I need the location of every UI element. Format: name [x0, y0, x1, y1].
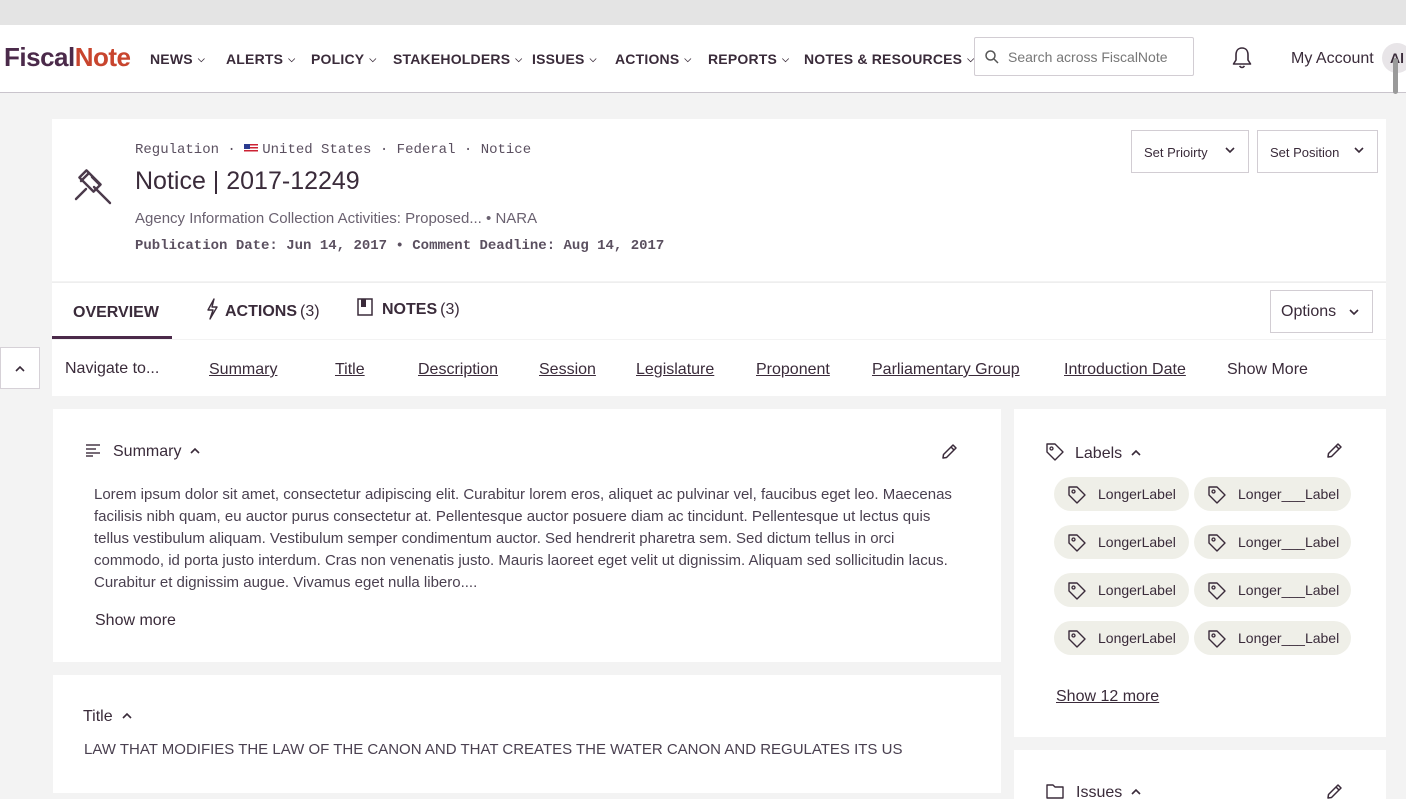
options-button[interactable]: Options: [1270, 290, 1373, 333]
document-header-card: Regulation · United States · Federal · N…: [52, 119, 1386, 281]
chevron-down-icon: ⌵: [589, 54, 597, 64]
tag-icon: [1208, 486, 1226, 504]
chevron-down-icon: ⌵: [288, 54, 296, 64]
tab-actions[interactable]: ACTIONS (3): [205, 298, 320, 321]
edit-summary-pencil-icon[interactable]: [939, 442, 959, 462]
title-card: Title LAW THAT MODIFIES THE LAW OF THE C…: [53, 675, 1001, 793]
set-position-button[interactable]: Set Position: [1257, 130, 1378, 173]
navlink-title[interactable]: Title: [335, 361, 365, 379]
label-chip[interactable]: LongerLabel: [1054, 525, 1189, 559]
us-flag-icon: [244, 144, 259, 153]
label-chip[interactable]: Longer___Label: [1194, 621, 1351, 655]
edit-issues-pencil-icon[interactable]: [1324, 782, 1344, 799]
document-subtitle: Agency Information Collection Activities…: [135, 210, 538, 227]
chevron-down-icon: [1349, 309, 1359, 316]
title-heading[interactable]: Title: [83, 708, 133, 726]
navigate-to-bar: Navigate to... Summary Title Description…: [52, 340, 1386, 396]
active-tab-indicator: [52, 336, 172, 339]
chevron-up-icon: [1131, 788, 1141, 795]
search-icon: [985, 50, 999, 64]
tag-icon: [1068, 630, 1086, 648]
navlink-introduction-date[interactable]: Introduction Date: [1064, 361, 1186, 379]
navlink-proponent[interactable]: Proponent: [756, 361, 830, 379]
tag-icon: [1068, 582, 1086, 600]
navigate-show-more[interactable]: Show More: [1227, 361, 1308, 379]
label-chip[interactable]: LongerLabel: [1054, 477, 1189, 511]
chevron-up-icon: [1131, 449, 1141, 456]
chevron-down-icon: ⌵: [197, 54, 205, 64]
scrollbar-thumb[interactable]: [1393, 58, 1398, 94]
label-chip[interactable]: Longer___Label: [1194, 573, 1351, 607]
tag-icon: [1068, 534, 1086, 552]
summary-card: Summary Lorem ipsum dolor sit amet, cons…: [53, 409, 1001, 662]
labels-show-more[interactable]: Show 12 more: [1056, 688, 1159, 706]
navigate-to-label: Navigate to...: [65, 360, 160, 377]
chevron-up-icon: [15, 365, 25, 372]
tabs-bar: OVERVIEW ACTIONS (3) NOTES (3) Options: [52, 282, 1386, 339]
chevron-down-icon: ⌵: [515, 54, 523, 64]
nav-news[interactable]: NEWS ⌵: [150, 51, 205, 67]
label-chip[interactable]: LongerLabel: [1054, 573, 1189, 607]
nav-reports[interactable]: REPORTS ⌵: [708, 51, 789, 67]
search-input[interactable]: [1008, 47, 1188, 67]
text-lines-icon: [86, 444, 100, 457]
issues-card: Issues: [1014, 750, 1386, 799]
summary-show-more[interactable]: Show more: [95, 612, 176, 630]
chevron-down-icon: ⌵: [369, 54, 377, 64]
browser-top-strip: [0, 0, 1406, 25]
tag-icon: [1208, 582, 1226, 600]
tag-icon: [1208, 534, 1226, 552]
nav-issues[interactable]: ISSUES ⌵: [532, 51, 597, 67]
tag-icon: [1208, 630, 1226, 648]
lightning-icon: [207, 298, 218, 320]
nav-policy[interactable]: POLICY ⌵: [311, 51, 376, 67]
navlink-legislature[interactable]: Legislature: [636, 361, 714, 379]
navlink-parliamentary-group[interactable]: Parliamentary Group: [872, 361, 1020, 379]
edit-labels-pencil-icon[interactable]: [1324, 441, 1344, 461]
gavel-icon: [74, 169, 112, 205]
chevron-up-icon: [122, 712, 132, 719]
nav-actions[interactable]: ACTIONS ⌵: [615, 51, 691, 67]
tag-icon: [1068, 486, 1086, 504]
nav-stakeholders[interactable]: STAKEHOLDERS ⌵: [393, 51, 522, 67]
collapse-panel-button[interactable]: [0, 347, 40, 389]
summary-heading[interactable]: Summary: [85, 443, 201, 461]
label-chip[interactable]: Longer___Label: [1194, 477, 1351, 511]
top-navigation: FiscalNote NEWS ⌵ ALERTS ⌵ POLICY ⌵ STAKEHO…: [0, 25, 1406, 93]
nav-alerts[interactable]: ALERTS ⌵: [226, 51, 295, 67]
labels-card: Labels LongerLabel Longer___Label Longer…: [1014, 409, 1386, 737]
chevron-down-icon: [1225, 147, 1235, 154]
folder-icon: [1046, 784, 1064, 799]
navlink-session[interactable]: Session: [539, 361, 596, 379]
label-chip[interactable]: Longer___Label: [1194, 525, 1351, 559]
my-account-menu[interactable]: My Account: [1291, 50, 1374, 68]
nav-notes-resources[interactable]: NOTES & RESOURCES ⌵: [804, 51, 974, 67]
tab-notes[interactable]: NOTES (3): [356, 298, 460, 319]
document-meta-line: Regulation · United States · Federal · N…: [135, 142, 532, 158]
title-text: LAW THAT MODIFIES THE LAW OF THE CANON A…: [84, 741, 903, 758]
chevron-up-icon: [190, 447, 201, 454]
summary-text: Lorem ipsum dolor sit amet, consectetur …: [94, 486, 952, 591]
set-priority-button[interactable]: Set Prioirty: [1131, 130, 1249, 173]
issues-heading[interactable]: Issues: [1046, 783, 1142, 799]
chevron-down-icon: ⌵: [684, 54, 692, 64]
bell-icon[interactable]: [1229, 45, 1255, 71]
fiscalnote-logo[interactable]: FiscalNote: [4, 42, 131, 73]
navlink-summary[interactable]: Summary: [209, 361, 277, 379]
labels-heading[interactable]: Labels: [1045, 442, 1142, 463]
chevron-down-icon: [1354, 147, 1364, 154]
global-search: [974, 37, 1194, 76]
navlink-description[interactable]: Description: [418, 361, 498, 379]
notebook-icon: [357, 298, 373, 316]
tab-overview[interactable]: OVERVIEW: [73, 304, 159, 322]
page-title: Notice | 2017-12249: [135, 167, 360, 195]
label-chip[interactable]: LongerLabel: [1054, 621, 1189, 655]
document-dates: Publication Date: Jun 14, 2017 • Comment…: [135, 238, 665, 254]
chevron-down-icon: ⌵: [782, 54, 790, 64]
tag-icon: [1046, 443, 1064, 461]
